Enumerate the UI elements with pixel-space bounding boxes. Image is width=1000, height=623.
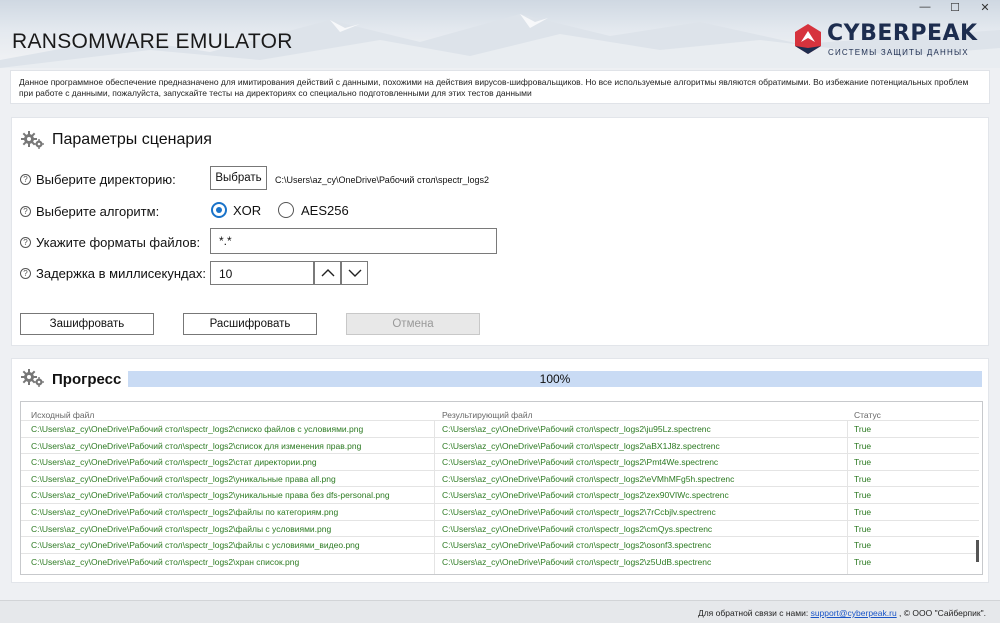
result-file-cell: C:\Users\az_cy\OneDrive\Рабочий стол\spe…: [442, 440, 720, 451]
table-row[interactable]: C:\Users\az_cy\OneDrive\Рабочий стол\spe…: [21, 486, 979, 503]
result-file-cell: C:\Users\az_cy\OneDrive\Рабочий стол\spe…: [442, 490, 729, 501]
delay-increment-button[interactable]: [314, 261, 341, 285]
support-email-link[interactable]: support@cyberpeak.ru: [811, 608, 897, 618]
source-file-cell: C:\Users\az_cy\OneDrive\Рабочий стол\spe…: [31, 507, 339, 517]
status-cell: True: [854, 523, 872, 534]
help-icon[interactable]: ?: [20, 237, 31, 248]
directory-label: Выберите директорию:: [36, 172, 176, 187]
encrypt-button[interactable]: Зашифровать: [20, 313, 154, 335]
window-controls: — ☐ ✕: [910, 0, 1000, 14]
table-row[interactable]: C:\Users\az_cy\OneDrive\Рабочий стол\spe…: [21, 420, 979, 437]
delay-row-label: ? Задержка в миллисекундах:: [20, 266, 206, 281]
source-file-cell: C:\Users\az_cy\OneDrive\Рабочий стол\spe…: [31, 440, 362, 451]
status-footer: Для обратной связи с нами: support@cyber…: [0, 600, 1000, 623]
logo-tagline: СИСТЕМЫ ЗАЩИТЫ ДАННЫХ: [828, 48, 969, 57]
result-file-cell: C:\Users\az_cy\OneDrive\Рабочий стол\spe…: [442, 556, 712, 567]
table-row[interactable]: C:\Users\az_cy\OneDrive\Рабочий стол\spe…: [21, 552, 979, 570]
radio-xor-label[interactable]: XOR: [233, 203, 261, 218]
delay-input[interactable]: 10: [210, 261, 314, 285]
delay-decrement-button[interactable]: [341, 261, 368, 285]
source-file-cell: C:\Users\az_cy\OneDrive\Рабочий стол\spe…: [31, 424, 364, 434]
logo-mark-icon: [795, 24, 821, 54]
result-file-cell: C:\Users\az_cy\OneDrive\Рабочий стол\spe…: [442, 540, 712, 551]
directory-row-label: ? Выберите директорию:: [20, 172, 176, 187]
minimize-button[interactable]: —: [910, 0, 940, 14]
table-row[interactable]: C:\Users\az_cy\OneDrive\Рабочий стол\spe…: [21, 436, 979, 454]
gears-icon: [21, 131, 44, 149]
status-cell: True: [854, 490, 872, 501]
algorithm-row-label: ? Выберите алгоритм:: [20, 204, 159, 219]
progress-percent: 100%: [539, 372, 571, 386]
gears-icon: [21, 369, 44, 387]
result-file-cell: C:\Users\az_cy\OneDrive\Рабочий стол\spe…: [442, 424, 711, 434]
progress-panel: Прогресс 100% Исходный файл Результирующ…: [11, 358, 989, 583]
table-scrollbar[interactable]: [976, 540, 979, 562]
maximize-button[interactable]: ☐: [940, 0, 970, 14]
maximize-icon: ☐: [950, 1, 960, 14]
help-icon[interactable]: ?: [20, 174, 31, 185]
status-cell: True: [854, 507, 872, 517]
table-row[interactable]: C:\Users\az_cy\OneDrive\Рабочий стол\spe…: [21, 469, 979, 487]
progress-bar: 100%: [128, 371, 982, 387]
source-file-cell: C:\Users\az_cy\OneDrive\Рабочий стол\spe…: [31, 540, 360, 551]
formats-row-label: ? Укажите форматы файлов:: [20, 235, 200, 250]
source-file-cell: C:\Users\az_cy\OneDrive\Рабочий стол\spe…: [31, 473, 336, 484]
help-icon[interactable]: ?: [20, 268, 31, 279]
close-button[interactable]: ✕: [970, 0, 1000, 14]
formats-label: Укажите форматы файлов:: [36, 235, 201, 250]
close-icon: ✕: [980, 1, 990, 14]
source-file-cell: C:\Users\az_cy\OneDrive\Рабочий стол\spe…: [31, 556, 300, 567]
radio-aes256-label[interactable]: AES256: [301, 203, 349, 218]
logo-name: CYBERPEAK: [827, 21, 978, 46]
disclaimer-notice: Данное программное обеспечение предназна…: [10, 70, 990, 104]
column-header-source[interactable]: Исходный файл: [31, 410, 94, 420]
app-title: RANSOMWARE EMULATOR: [12, 30, 293, 53]
cancel-button[interactable]: Отмена: [346, 313, 480, 335]
delay-label: Задержка в миллисекундах:: [36, 266, 206, 281]
file-formats-input[interactable]: *.*: [210, 228, 497, 254]
status-cell: True: [854, 440, 872, 451]
scenario-params-panel: Параметры сценария ? Выберите директорию…: [11, 117, 989, 346]
results-table: Исходный файл Результирующий файл Статус…: [20, 401, 983, 575]
table-row[interactable]: C:\Users\az_cy\OneDrive\Рабочий стол\spe…: [21, 453, 979, 470]
footer-prefix: Для обратной связи с нами:: [697, 608, 811, 618]
cyberpeak-logo: CYBERPEAK СИСТЕМЫ ЗАЩИТЫ ДАННЫХ: [791, 20, 996, 60]
status-cell: True: [854, 540, 872, 551]
table-row[interactable]: C:\Users\az_cy\OneDrive\Рабочий стол\spe…: [21, 519, 979, 537]
chevron-up-icon: [321, 269, 334, 277]
chevron-down-icon: [348, 269, 361, 277]
status-cell: True: [854, 473, 872, 484]
decrypt-button[interactable]: Расшифровать: [183, 313, 317, 335]
result-file-cell: C:\Users\az_cy\OneDrive\Рабочий стол\spe…: [442, 457, 719, 468]
source-file-cell: C:\Users\az_cy\OneDrive\Рабочий стол\spe…: [31, 457, 317, 468]
status-cell: True: [854, 457, 872, 468]
source-file-cell: C:\Users\az_cy\OneDrive\Рабочий стол\spe…: [31, 523, 332, 534]
table-row[interactable]: C:\Users\az_cy\OneDrive\Рабочий стол\spe…: [21, 536, 979, 553]
result-file-cell: C:\Users\az_cy\OneDrive\Рабочий стол\spe…: [442, 507, 716, 517]
result-file-cell: C:\Users\az_cy\OneDrive\Рабочий стол\spe…: [442, 473, 735, 484]
column-header-status[interactable]: Статус: [854, 410, 881, 420]
radio-aes256[interactable]: [278, 202, 294, 218]
table-row[interactable]: C:\Users\az_cy\OneDrive\Рабочий стол\spe…: [21, 503, 979, 520]
select-directory-button[interactable]: Выбрать: [210, 166, 267, 190]
help-icon[interactable]: ?: [20, 206, 31, 217]
footer-text: Для обратной связи с нами: support@cyber…: [698, 608, 986, 618]
params-title: Параметры сценария: [52, 131, 212, 148]
result-file-cell: C:\Users\az_cy\OneDrive\Рабочий стол\spe…: [442, 523, 713, 534]
algorithm-label: Выберите алгоритм:: [36, 204, 160, 219]
progress-title: Прогресс: [52, 371, 122, 388]
source-file-cell: C:\Users\az_cy\OneDrive\Рабочий стол\spe…: [31, 490, 390, 501]
radio-xor[interactable]: [211, 202, 227, 218]
status-cell: True: [854, 556, 872, 567]
app-header: RANSOMWARE EMULATOR — ☐ ✕ CYBERPEAK СИСТ…: [0, 0, 1000, 68]
column-header-result[interactable]: Результирующий файл: [442, 410, 533, 420]
minimize-icon: —: [919, 1, 931, 13]
directory-path: C:\Users\az_cy\OneDrive\Рабочий стол\spe…: [275, 175, 490, 185]
status-cell: True: [854, 424, 872, 434]
footer-suffix: , © ООО "Сайберпик".: [896, 608, 986, 618]
